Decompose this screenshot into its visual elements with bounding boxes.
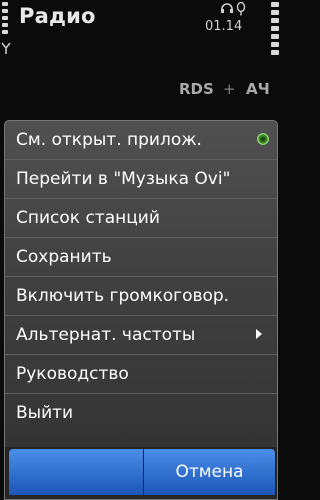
battery-icon	[271, 2, 279, 58]
menu-item-label: Выйти	[16, 403, 74, 423]
menu-item-save[interactable]: Сохранить	[5, 238, 277, 277]
cancel-label: Отмена	[175, 462, 244, 482]
af-label: АЧ	[246, 80, 270, 98]
headset-icon	[221, 3, 233, 13]
menu-item-alternative-frequencies[interactable]: Альтернат. частоты	[5, 316, 277, 355]
menu-item-label: Руководство	[16, 364, 129, 384]
status-bar: Радио 01.14	[0, 0, 281, 64]
options-menu: См. открыт. прилож. Перейти в "Музыка Ov…	[4, 120, 278, 500]
app-title: Радио	[19, 4, 96, 28]
rds-label: RDS	[179, 80, 214, 98]
menu-item-station-list[interactable]: Список станций	[5, 199, 277, 238]
radio-selected-icon	[257, 133, 269, 145]
tone-icon	[236, 2, 246, 16]
signal-strength-icon	[2, 2, 8, 38]
menu-item-label: См. открыт. прилож.	[16, 130, 202, 150]
softkey-bar: Отмена	[5, 447, 277, 499]
clock: 01.14	[205, 19, 243, 34]
plus-separator: +	[223, 80, 236, 98]
submenu-arrow-icon	[256, 329, 262, 339]
menu-item-label: Список станций	[16, 208, 160, 228]
menu-item-exit[interactable]: Выйти	[5, 394, 277, 432]
menu-item-label: Включить громкоговор.	[16, 286, 230, 306]
menu-item-label: Сохранить	[16, 247, 112, 267]
antenna-icon	[1, 42, 11, 54]
menu-item-label: Альтернат. частоты	[16, 325, 196, 345]
cancel-button[interactable]: Отмена	[144, 449, 275, 495]
menu-item-user-guide[interactable]: Руководство	[5, 355, 277, 394]
menu-item-loudspeaker[interactable]: Включить громкоговор.	[5, 277, 277, 316]
menu-item-go-to-ovi-music[interactable]: Перейти в "Музыка Ovi"	[5, 160, 277, 199]
menu-item-label: Перейти в "Музыка Ovi"	[16, 169, 231, 189]
left-softkey[interactable]	[9, 449, 143, 495]
radio-controls: RDS + АЧ	[0, 78, 281, 102]
menu-item-open-apps[interactable]: См. открыт. прилож.	[5, 121, 277, 160]
